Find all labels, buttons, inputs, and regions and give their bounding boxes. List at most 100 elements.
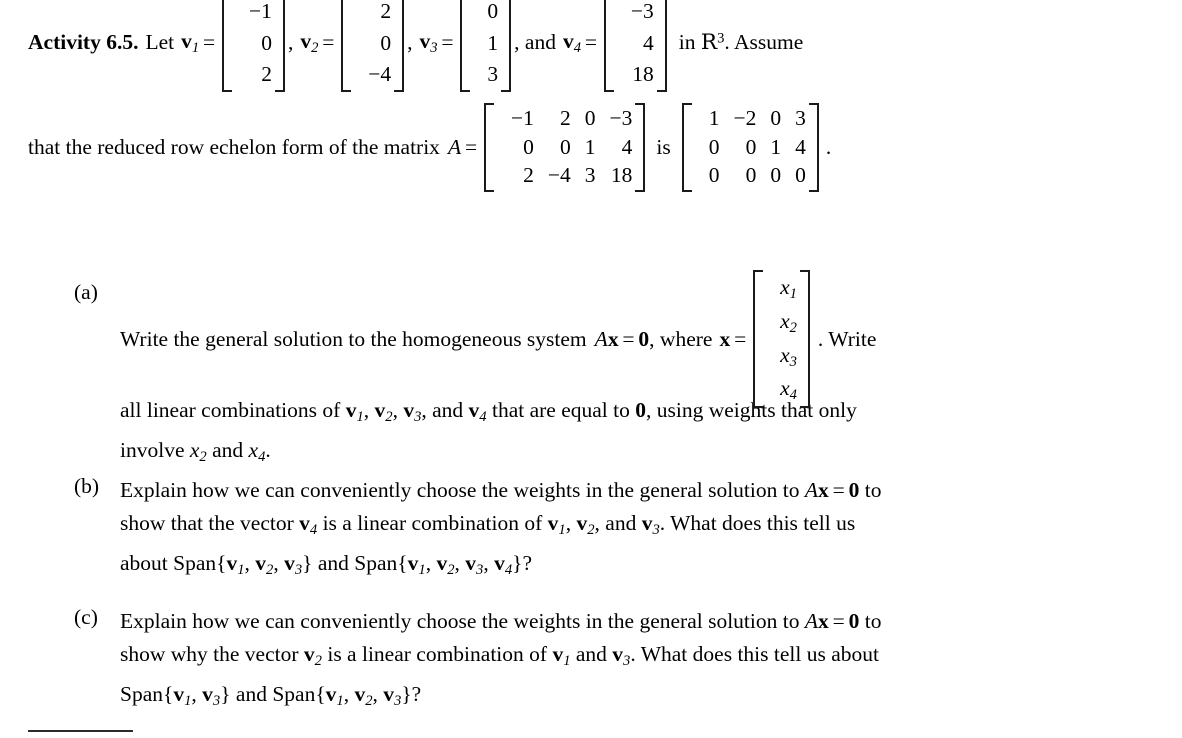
equals-sign: = [322, 30, 335, 55]
vector-ref: v4 [468, 398, 487, 426]
equation-Ax-equals-zero: Ax = 0 [804, 609, 860, 633]
variable-x2: x2 [189, 438, 207, 466]
matrix-cell: x1 [780, 274, 797, 302]
text-fragment: all linear combinations of [120, 398, 341, 422]
text-fragment: show why the vector [120, 642, 299, 666]
vector-v2-symbol: v2 [300, 28, 319, 56]
matrix-cell: −3 [609, 106, 633, 130]
item-a-continuation: all linear combinations of v1, v2, v3, a… [120, 394, 1164, 474]
question-mark: ? [411, 682, 422, 707]
question-mark: ? [522, 551, 532, 576]
vector-ref: v4 [299, 511, 318, 539]
text-fragment: to [864, 609, 882, 633]
span-expression-1: Span{v1, v2, v3} [173, 551, 313, 579]
matrix-cell: 0 [487, 0, 499, 23]
vector-v4-symbol: v4 [562, 28, 582, 56]
text-fragment: show that the vector [120, 511, 294, 535]
equation-Ax-equals-zero: Ax = 0 [594, 326, 650, 351]
intro-lead: Let [145, 30, 175, 55]
matrix-cell: −4 [547, 163, 571, 188]
text-fragment: and [575, 642, 607, 666]
text-fragment: Explain how we can conveniently choose t… [120, 609, 800, 633]
vectors-definition-line: Activity 6.5. Let v1 = −1 0 2 , v2 = 2 0… [28, 0, 1168, 92]
matrix-cell: 2 [380, 0, 392, 23]
text-fragment: that are equal to [491, 398, 630, 422]
item-c-label: (c) [74, 605, 98, 629]
item-b-body: Explain how we can conveniently choose t… [120, 474, 1164, 587]
matrix-cell: −1 [510, 106, 534, 130]
activity-label: Activity 6.5. [28, 30, 139, 55]
list-item-a: (a) Write the general solution to the ho… [74, 269, 1164, 474]
equals-sign: = [441, 30, 454, 55]
item-a-label: (a) [74, 280, 98, 304]
item-b-line-1: Explain how we can conveniently choose t… [120, 474, 1164, 507]
rref-statement-line: that the reduced row echelon form of the… [28, 103, 1168, 192]
vector-v1-matrix: −1 0 2 [222, 0, 285, 92]
item-b-line-3: about Span{v1, v2, v3} and Span{v1, v2, … [120, 547, 1164, 587]
matrix-cell: 18 [632, 62, 654, 87]
item-c-line-1: Explain how we can conveniently choose t… [120, 605, 1164, 638]
is-word: is [656, 134, 671, 159]
equals-sign: = [464, 134, 478, 159]
matrix-cell: −2 [733, 106, 757, 130]
matrix-cell: 1 [770, 134, 782, 159]
matrix-cell: 0 [745, 134, 757, 159]
matrix-cell: 0 [708, 163, 720, 188]
item-b-label: (b) [74, 474, 100, 498]
vector-ref: v3 [641, 511, 660, 539]
equals-sign: = [203, 30, 216, 55]
matrix-cell: 1 [584, 134, 596, 159]
matrix-cell: 2 [261, 62, 272, 87]
text-fragment: and [212, 438, 244, 463]
matrix-cell: 0 [770, 163, 782, 188]
matrix-cell: 2 [523, 163, 534, 188]
ambient-space-text: in R3. Assume [678, 30, 804, 56]
vector-ref: v1 [547, 511, 566, 539]
x-column-vector: x1 x2 x3 x4 [753, 269, 810, 409]
text-fragment: is a linear combination of [327, 642, 548, 666]
text-fragment: and [317, 551, 349, 576]
text-fragment: is a linear combination of [322, 511, 543, 535]
matrix-cell: x4 [780, 376, 797, 404]
matrix-cell: 0 [745, 163, 757, 188]
item-c-body: Explain how we can conveniently choose t… [120, 605, 1164, 718]
vector-ref: v3 [612, 642, 631, 670]
text-fragment: , using weights that only [646, 398, 857, 422]
assume-lead-text: that the reduced row echelon form of the… [28, 134, 440, 159]
vector-v2-matrix: 2 0 −4 [341, 0, 405, 92]
matrix-cell: x2 [780, 308, 797, 336]
equals-sign: = [584, 30, 598, 55]
text-fragment: Explain how we can conveniently choose t… [120, 478, 800, 502]
matrix-cell: 0 [795, 163, 806, 188]
item-b-line-2: show that the vector v4 is a linear comb… [120, 511, 856, 539]
item-a-write-tail: . Write [817, 326, 877, 351]
matrix-cell: 0 [770, 106, 782, 130]
span-expression-2: Span{v1, v2, v3} [272, 682, 412, 710]
matrix-cell: 4 [795, 134, 806, 159]
vector-ref: v1 [345, 398, 364, 426]
item-c-line-3: Span{v1, v3} and Span{v1, v2, v3}? [120, 678, 1164, 718]
matrix-cell: −1 [249, 0, 272, 23]
matrix-cell: 0 [708, 134, 720, 159]
matrix-cell: 3 [584, 163, 596, 188]
matrix-rref: 1 −2 0 3 0 0 1 4 0 0 0 0 [681, 103, 819, 192]
blackboard-R-symbol: R [700, 30, 718, 56]
text-fragment: about [120, 551, 168, 576]
matrix-cell: −3 [630, 0, 654, 23]
span-expression-2: Span{v1, v2, v3, v4} [354, 551, 523, 579]
vector-ref: v3 [403, 398, 422, 426]
item-a-line-3: involve x2 and x4. [120, 434, 1164, 474]
matrix-cell: 3 [487, 62, 499, 87]
item-a-body: Write the general solution to the homoge… [120, 269, 1164, 474]
matrix-cell: 4 [643, 30, 654, 55]
matrix-cell: 18 [610, 163, 633, 188]
text-fragment: . What does this tell us about [630, 642, 879, 666]
matrix-A-symbol: A [447, 134, 462, 159]
matrix-cell: 1 [708, 106, 720, 130]
matrix-cell: 0 [584, 106, 596, 130]
text-fragment: and [235, 682, 267, 707]
item-c-line-2: show why the vector v2 is a linear combi… [120, 638, 1164, 678]
text-fragment: . What does this tell us [659, 511, 856, 535]
where-text: , where [649, 326, 713, 351]
footnote-separator-rule [28, 730, 133, 732]
